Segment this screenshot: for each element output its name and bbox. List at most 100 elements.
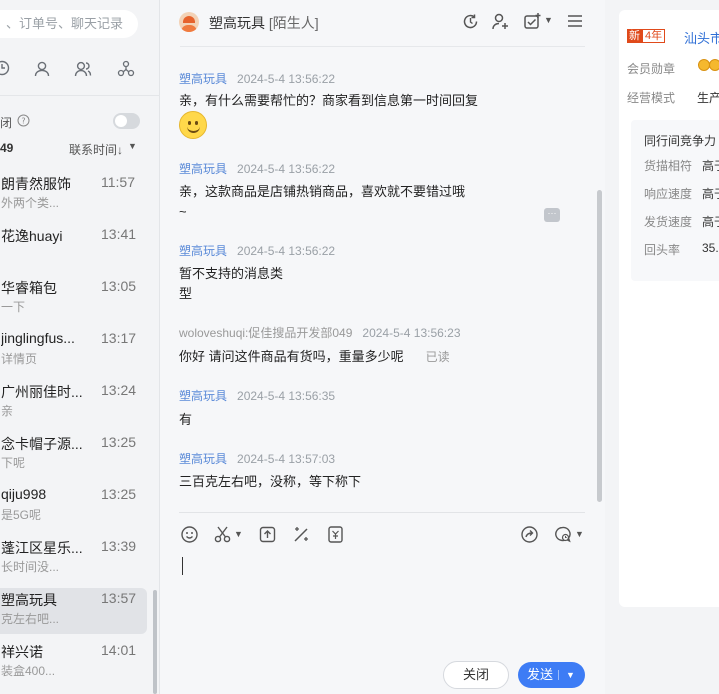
list-item[interactable]: 念卡帽子源... 13:25 下呢 (0, 432, 147, 478)
conversation-time: 13:24 (101, 382, 137, 398)
conversation-time: 11:57 (101, 174, 135, 190)
message-sender: 塑高玩具 (179, 389, 228, 403)
company-link[interactable]: 汕头市 (684, 28, 719, 47)
message-sender: 塑高玩具 (179, 72, 228, 86)
years-badge-prefix: 新 (627, 29, 642, 43)
close-button[interactable]: 关闭 (443, 661, 509, 689)
scrollbar[interactable] (153, 590, 157, 694)
coupon-icon[interactable] (326, 525, 345, 549)
message-sender: 塑高玩具 (179, 162, 228, 176)
message-time: 2024-5-4 13:56:22 (237, 162, 336, 176)
message-sender: 塑高玩具 (179, 244, 228, 258)
list-item[interactable]: 祥兴诺 14:01 装盒400... (0, 640, 147, 686)
compete-title: 同行间竞争力 (644, 134, 717, 148)
conversation-snippet: 长时间没... (1, 560, 60, 574)
compete-value: 高于 (702, 159, 719, 173)
conversation-snippet: 下呢 (1, 456, 26, 470)
divider (0, 95, 160, 96)
list-item[interactable]: 华睿箱包 13:05 一下 (0, 276, 147, 322)
message-text: 三百克左右吧，没称，等下称下 (179, 474, 362, 489)
smile-emoji-icon (179, 111, 207, 139)
group-icon[interactable] (117, 60, 135, 81)
sort-row: 49 联系时间↓ ▼ (0, 141, 160, 157)
conversation-name: 广州丽佳时... (1, 384, 83, 400)
list-item[interactable]: qiju998 13:25 是5G呢 (0, 484, 147, 530)
more-icon[interactable]: ··· (544, 208, 560, 222)
conversation-name: 祥兴诺 (1, 644, 43, 660)
filter-tabs (0, 60, 160, 84)
conversation-time: 13:17 (101, 330, 137, 346)
conversation-name: 蓬江区星乐... (1, 540, 83, 556)
compete-label: 货描相符 (644, 159, 693, 173)
compete-value: 高于 (702, 215, 719, 229)
compete-value: 高于 (702, 187, 719, 201)
list-item[interactable]: 广州丽佳时... 13:24 亲 (0, 380, 147, 426)
add-task-icon[interactable] (523, 12, 542, 36)
conversation-name: 花逸huayi (1, 228, 63, 244)
stranger-tag: [陌生人] (268, 15, 319, 31)
compete-label: 响应速度 (644, 187, 693, 201)
message-input[interactable] (182, 557, 183, 575)
message-text: 亲，有什么需要帮忙的？商家看到信息第一时间回复 (179, 93, 479, 108)
emoji-icon[interactable] (180, 525, 199, 549)
conversation-name: 塑高玩具 (1, 592, 57, 608)
message-text-body: 你好 请问这件商品有货吗，重量多少呢 (179, 349, 404, 364)
unread-toggle[interactable] (113, 113, 140, 129)
conversation-snippet: 亲 (1, 404, 14, 418)
medal-icon (709, 59, 719, 71)
scrollbar[interactable] (597, 190, 602, 502)
message-text-continued: 型 (179, 286, 193, 301)
svg-text:?: ? (21, 117, 25, 126)
compete-label: 回头率 (644, 243, 681, 257)
magic-icon[interactable] (292, 525, 311, 549)
conversation-name: 华睿箱包 (1, 280, 57, 296)
chevron-down-icon[interactable]: ▼ (575, 529, 584, 539)
message-text: 你好 请问这件商品有货吗，重量多少呢 已读 (179, 347, 450, 367)
message-meta: 塑高玩具 2024-5-4 13:57:03 (179, 450, 335, 467)
conversation-snippet: 是5G呢 (1, 508, 42, 522)
contacts-icon[interactable] (74, 60, 92, 81)
message-meta: 塑高玩具 2024-5-4 13:56:35 (179, 387, 335, 404)
conversation-name: qiju998 (1, 486, 47, 502)
info-label: 会员勋章 (627, 62, 676, 76)
list-item[interactable]: 蓬江区星乐... 13:39 长时间没... (0, 536, 147, 582)
years-badge-value: 4年 (642, 29, 666, 43)
share-icon[interactable] (520, 525, 539, 549)
message-text: 暂不支持的消息类 (179, 266, 284, 281)
upload-icon[interactable] (258, 525, 277, 549)
list-item[interactable]: 花逸huayi 13:41 (0, 224, 147, 270)
chevron-down-icon[interactable]: ▼ (128, 141, 137, 151)
chevron-down-icon[interactable]: ▼ (566, 662, 575, 688)
message-time: 2024-5-4 13:56:22 (237, 244, 336, 258)
list-item[interactable]: 朗青然服饰 11:57 外两个类... (0, 172, 147, 218)
person-icon[interactable] (33, 60, 51, 81)
scissors-icon[interactable] (213, 525, 232, 549)
message-meta: 塑高玩具 2024-5-4 13:56:22 (179, 70, 335, 87)
refresh-icon[interactable] (461, 12, 480, 36)
clock-icon[interactable] (0, 60, 10, 79)
message-meta: 塑高玩具 2024-5-4 13:56:22 (179, 160, 335, 177)
list-item[interactable]: jinglingfus... 13:17 详情页 (0, 328, 147, 374)
conversation-snippet: 详情页 (1, 352, 38, 366)
conversation-time: 13:25 (101, 486, 137, 502)
add-contact-icon[interactable] (491, 12, 510, 36)
conversation-snippet: 装盒400... (1, 664, 56, 678)
conversation-count: 49 (0, 141, 14, 155)
chevron-down-icon[interactable]: ▼ (234, 529, 243, 539)
conversation-time: 13:57 (101, 590, 137, 606)
menu-icon[interactable] (566, 12, 584, 35)
search-input[interactable]: 、订单号、聊天记录 (0, 10, 138, 38)
send-button[interactable]: 发送 ▼ (518, 662, 585, 688)
read-status: 已读 (425, 350, 450, 364)
list-item[interactable]: 塑高玩具 13:57 克左右吧... (0, 588, 147, 634)
conversation-name: jinglingfus... (1, 330, 75, 346)
avatar[interactable] (179, 12, 199, 32)
quick-reply-icon[interactable] (553, 525, 572, 549)
help-icon[interactable]: ? (17, 114, 30, 130)
conversation-time: 14:01 (101, 642, 137, 658)
chevron-down-icon[interactable]: ▼ (544, 15, 553, 25)
message-sender: woloveshuqi:促佳搜品开发部049 (179, 326, 353, 340)
info-label: 经营模式 (627, 91, 676, 105)
chat-header: 塑高玩具 [陌生人] ▼ (160, 0, 605, 46)
sort-dropdown[interactable]: 联系时间↓ (69, 141, 123, 158)
